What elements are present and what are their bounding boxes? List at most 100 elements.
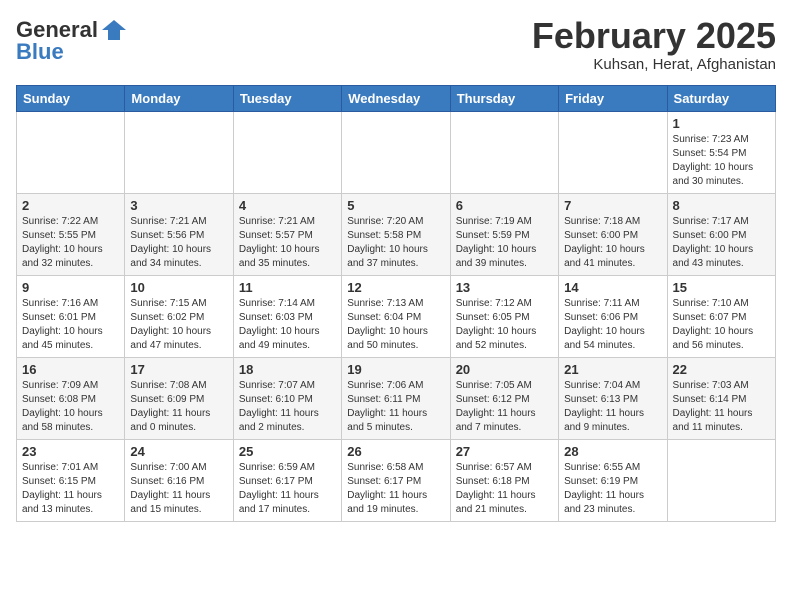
day-info: Sunrise: 7:04 AM Sunset: 6:13 PM Dayligh… xyxy=(564,379,661,435)
calendar-cell: 7 Sunrise: 7:18 AM Sunset: 6:00 PM Daylig… xyxy=(559,193,667,275)
day-info: Sunrise: 6:57 AM Sunset: 6:18 PM Dayligh… xyxy=(456,461,553,517)
day-number: 23 xyxy=(22,444,119,459)
day-info: Sunrise: 7:09 AM Sunset: 6:08 PM Dayligh… xyxy=(22,379,119,435)
calendar-cell: 10 Sunrise: 7:15 AM Sunset: 6:02 PM Dayli… xyxy=(125,275,233,357)
week-row-2: 2 Sunrise: 7:22 AM Sunset: 5:55 PM Daylig… xyxy=(17,193,776,275)
logo-icon xyxy=(100,16,128,44)
day-info: Sunrise: 7:13 AM Sunset: 6:04 PM Dayligh… xyxy=(347,297,444,353)
calendar-cell xyxy=(125,111,233,193)
week-row-4: 16 Sunrise: 7:09 AM Sunset: 6:08 PM Dayli… xyxy=(17,357,776,439)
day-info: Sunrise: 7:11 AM Sunset: 6:06 PM Dayligh… xyxy=(564,297,661,353)
calendar-cell: 19 Sunrise: 7:06 AM Sunset: 6:11 PM Dayli… xyxy=(342,357,450,439)
day-number: 16 xyxy=(22,362,119,377)
day-number: 12 xyxy=(347,280,444,295)
day-info: Sunrise: 7:07 AM Sunset: 6:10 PM Dayligh… xyxy=(239,379,336,435)
day-info: Sunrise: 7:17 AM Sunset: 6:00 PM Dayligh… xyxy=(673,215,770,271)
location-subtitle: Kuhsan, Herat, Afghanistan xyxy=(532,56,776,73)
calendar-cell xyxy=(17,111,125,193)
weekday-header-tuesday: Tuesday xyxy=(233,85,341,111)
day-number: 11 xyxy=(239,280,336,295)
calendar-cell xyxy=(559,111,667,193)
calendar-cell: 3Sunrise: 7:21 AM Sunset: 5:56 PM Daylig… xyxy=(125,193,233,275)
calendar-cell xyxy=(667,439,775,521)
day-number: 6 xyxy=(456,198,553,213)
calendar-cell: 25 Sunrise: 6:59 AM Sunset: 6:17 PM Dayli… xyxy=(233,439,341,521)
calendar-cell: 2 Sunrise: 7:22 AM Sunset: 5:55 PM Daylig… xyxy=(17,193,125,275)
day-number: 26 xyxy=(347,444,444,459)
day-number: 8 xyxy=(673,198,770,213)
day-info: Sunrise: 7:05 AM Sunset: 6:12 PM Dayligh… xyxy=(456,379,553,435)
calendar-cell: 21Sunrise: 7:04 AM Sunset: 6:13 PM Dayli… xyxy=(559,357,667,439)
day-info: Sunrise: 7:06 AM Sunset: 6:11 PM Dayligh… xyxy=(347,379,444,435)
calendar-cell: 28Sunrise: 6:55 AM Sunset: 6:19 PM Dayli… xyxy=(559,439,667,521)
calendar-cell: 16 Sunrise: 7:09 AM Sunset: 6:08 PM Dayli… xyxy=(17,357,125,439)
day-info: Sunrise: 7:15 AM Sunset: 6:02 PM Dayligh… xyxy=(130,297,227,353)
calendar-cell: 15 Sunrise: 7:10 AM Sunset: 6:07 PM Dayli… xyxy=(667,275,775,357)
day-info: Sunrise: 7:14 AM Sunset: 6:03 PM Dayligh… xyxy=(239,297,336,353)
calendar-cell: 24 Sunrise: 7:00 AM Sunset: 6:16 PM Dayli… xyxy=(125,439,233,521)
page-header: General Blue February 2025 Kuhsan, Herat… xyxy=(16,16,776,73)
calendar-cell: 9 Sunrise: 7:16 AM Sunset: 6:01 PM Daylig… xyxy=(17,275,125,357)
calendar-cell: 23Sunrise: 7:01 AM Sunset: 6:15 PM Dayli… xyxy=(17,439,125,521)
day-info: Sunrise: 7:12 AM Sunset: 6:05 PM Dayligh… xyxy=(456,297,553,353)
day-number: 25 xyxy=(239,444,336,459)
day-number: 17 xyxy=(130,362,227,377)
calendar-cell: 17 Sunrise: 7:08 AM Sunset: 6:09 PM Dayli… xyxy=(125,357,233,439)
day-number: 14 xyxy=(564,280,661,295)
logo: General Blue xyxy=(16,16,128,64)
day-number: 13 xyxy=(456,280,553,295)
day-info: Sunrise: 7:21 AM Sunset: 5:56 PM Dayligh… xyxy=(130,215,227,271)
calendar-cell xyxy=(450,111,558,193)
weekday-header-wednesday: Wednesday xyxy=(342,85,450,111)
day-number: 15 xyxy=(673,280,770,295)
weekday-header-sunday: Sunday xyxy=(17,85,125,111)
calendar-cell xyxy=(233,111,341,193)
week-row-3: 9 Sunrise: 7:16 AM Sunset: 6:01 PM Daylig… xyxy=(17,275,776,357)
logo-blue-text: Blue xyxy=(16,39,64,64)
calendar-cell: 11 Sunrise: 7:14 AM Sunset: 6:03 PM Dayli… xyxy=(233,275,341,357)
day-info: Sunrise: 7:21 AM Sunset: 5:57 PM Dayligh… xyxy=(239,215,336,271)
calendar-cell: 20 Sunrise: 7:05 AM Sunset: 6:12 PM Dayli… xyxy=(450,357,558,439)
day-info: Sunrise: 7:23 AM Sunset: 5:54 PM Dayligh… xyxy=(673,133,770,189)
day-info: Sunrise: 7:19 AM Sunset: 5:59 PM Dayligh… xyxy=(456,215,553,271)
weekday-header-row: SundayMondayTuesdayWednesdayThursdayFrid… xyxy=(17,85,776,111)
calendar-table: SundayMondayTuesdayWednesdayThursdayFrid… xyxy=(16,85,776,522)
calendar-cell: 27Sunrise: 6:57 AM Sunset: 6:18 PM Dayli… xyxy=(450,439,558,521)
day-info: Sunrise: 7:03 AM Sunset: 6:14 PM Dayligh… xyxy=(673,379,770,435)
day-info: Sunrise: 7:08 AM Sunset: 6:09 PM Dayligh… xyxy=(130,379,227,435)
day-number: 9 xyxy=(22,280,119,295)
day-info: Sunrise: 7:00 AM Sunset: 6:16 PM Dayligh… xyxy=(130,461,227,517)
weekday-header-monday: Monday xyxy=(125,85,233,111)
day-number: 19 xyxy=(347,362,444,377)
calendar-cell: 26 Sunrise: 6:58 AM Sunset: 6:17 PM Dayli… xyxy=(342,439,450,521)
weekday-header-saturday: Saturday xyxy=(667,85,775,111)
calendar-cell: 5Sunrise: 7:20 AM Sunset: 5:58 PM Daylig… xyxy=(342,193,450,275)
calendar-cell: 13 Sunrise: 7:12 AM Sunset: 6:05 PM Dayli… xyxy=(450,275,558,357)
day-info: Sunrise: 6:55 AM Sunset: 6:19 PM Dayligh… xyxy=(564,461,661,517)
day-number: 10 xyxy=(130,280,227,295)
day-number: 1 xyxy=(673,116,770,131)
week-row-1: 1 Sunrise: 7:23 AM Sunset: 5:54 PM Daylig… xyxy=(17,111,776,193)
calendar-cell: 12 Sunrise: 7:13 AM Sunset: 6:04 PM Dayli… xyxy=(342,275,450,357)
week-row-5: 23Sunrise: 7:01 AM Sunset: 6:15 PM Dayli… xyxy=(17,439,776,521)
day-info: Sunrise: 6:59 AM Sunset: 6:17 PM Dayligh… xyxy=(239,461,336,517)
day-number: 2 xyxy=(22,198,119,213)
day-number: 7 xyxy=(564,198,661,213)
day-number: 22 xyxy=(673,362,770,377)
calendar-cell xyxy=(342,111,450,193)
day-info: Sunrise: 7:16 AM Sunset: 6:01 PM Dayligh… xyxy=(22,297,119,353)
month-title: February 2025 xyxy=(532,16,776,56)
calendar-cell: 14 Sunrise: 7:11 AM Sunset: 6:06 PM Dayli… xyxy=(559,275,667,357)
day-number: 24 xyxy=(130,444,227,459)
day-info: Sunrise: 7:22 AM Sunset: 5:55 PM Dayligh… xyxy=(22,215,119,271)
day-info: Sunrise: 7:10 AM Sunset: 6:07 PM Dayligh… xyxy=(673,297,770,353)
day-info: Sunrise: 7:18 AM Sunset: 6:00 PM Dayligh… xyxy=(564,215,661,271)
title-block: February 2025 Kuhsan, Herat, Afghanistan xyxy=(532,16,776,73)
calendar-cell: 18Sunrise: 7:07 AM Sunset: 6:10 PM Dayli… xyxy=(233,357,341,439)
day-number: 5 xyxy=(347,198,444,213)
calendar-cell: 6 Sunrise: 7:19 AM Sunset: 5:59 PM Daylig… xyxy=(450,193,558,275)
day-number: 4 xyxy=(239,198,336,213)
day-number: 20 xyxy=(456,362,553,377)
day-info: Sunrise: 6:58 AM Sunset: 6:17 PM Dayligh… xyxy=(347,461,444,517)
calendar-cell: 8 Sunrise: 7:17 AM Sunset: 6:00 PM Daylig… xyxy=(667,193,775,275)
